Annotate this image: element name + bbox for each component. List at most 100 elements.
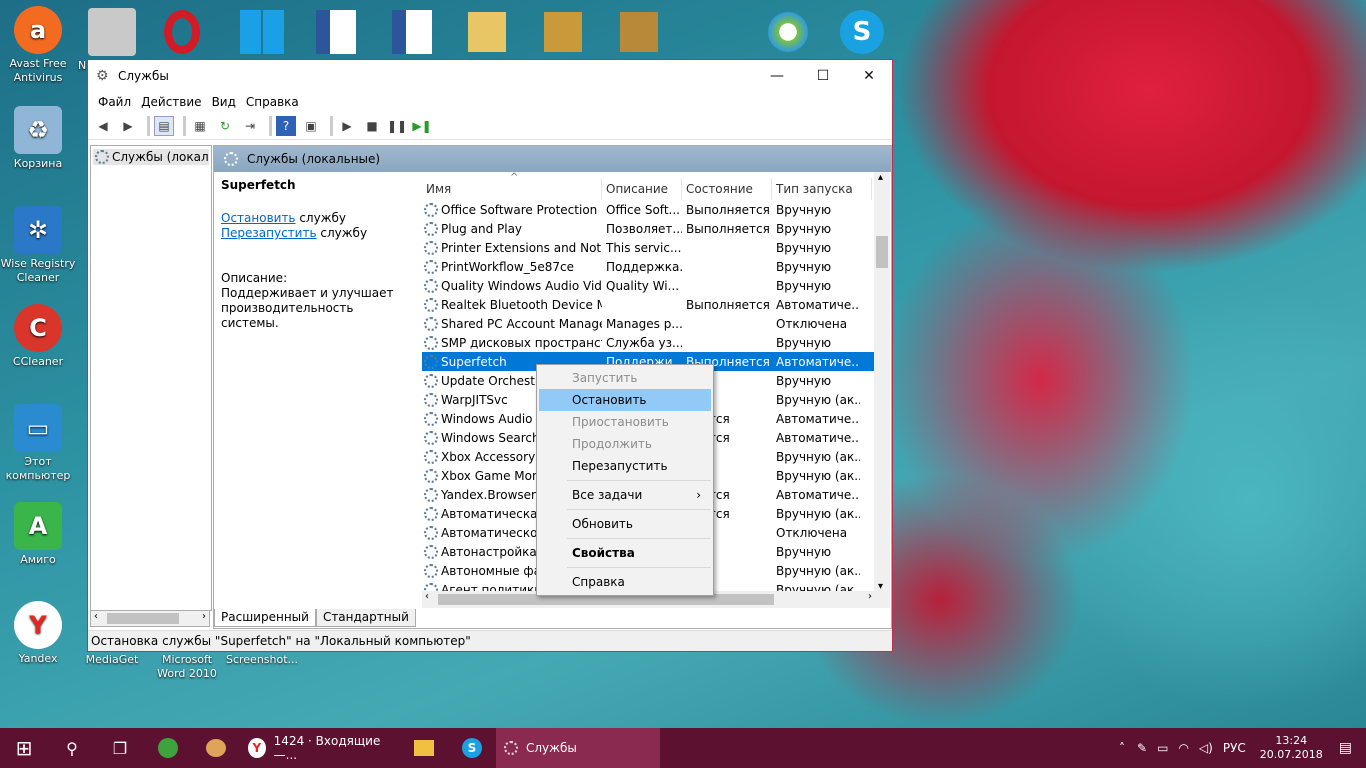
- table-row[interactable]: Quality Windows Audio Vid... Quality Wi..…: [422, 276, 890, 295]
- menu-action[interactable]: Действие: [136, 95, 206, 109]
- table-row[interactable]: Printer Extensions and Notif... This serv…: [422, 238, 890, 257]
- refresh-icon[interactable]: ↻: [215, 116, 235, 136]
- service-gear-icon: [424, 487, 438, 502]
- column-description[interactable]: Описание: [602, 178, 682, 200]
- export-icon[interactable]: ⇥: [240, 116, 260, 136]
- scroll-left-icon[interactable]: ‹: [94, 611, 98, 622]
- desktop-icon-this-pc[interactable]: ▭ Этот компьютер: [0, 404, 76, 483]
- tab-extended[interactable]: Расширенный: [214, 609, 316, 627]
- context-menu-item[interactable]: Обновить: [539, 513, 711, 535]
- folder-icon[interactable]: [620, 12, 658, 52]
- column-startup-type[interactable]: Тип запуска: [772, 178, 872, 200]
- pen-icon[interactable]: ✎: [1137, 741, 1147, 755]
- view-icon[interactable]: ▣: [301, 116, 321, 136]
- word-doc-icon[interactable]: [316, 10, 356, 54]
- desktop-icon-screenshot[interactable]: Screenshot...: [224, 653, 300, 667]
- language-indicator[interactable]: РУС: [1223, 741, 1246, 755]
- task-view-icon[interactable]: ❐: [96, 728, 144, 768]
- desktop-icon-yandex[interactable]: Y Yandex: [0, 601, 76, 666]
- context-menu-item[interactable]: Свойства: [539, 542, 711, 564]
- restart-service-link[interactable]: Перезапустить: [221, 226, 317, 240]
- window-titlebar[interactable]: ⚙ Службы — ☐ ✕: [88, 60, 892, 91]
- tree-node-services[interactable]: Службы (локалы: [93, 149, 209, 165]
- skype-icon[interactable]: S: [448, 728, 496, 768]
- context-menu-item-label: Справка: [572, 575, 625, 589]
- scroll-thumb[interactable]: [107, 613, 179, 624]
- word-doc-icon[interactable]: [392, 10, 432, 54]
- console-tree-icon[interactable]: ▤: [154, 116, 174, 136]
- volume-icon[interactable]: ◁): [1199, 741, 1213, 755]
- desktop-icon-mediaget[interactable]: MediaGet: [74, 653, 150, 667]
- close-button[interactable]: ✕: [846, 60, 892, 91]
- stop-service-link[interactable]: Остановить: [221, 211, 296, 225]
- minimize-button[interactable]: —: [754, 60, 800, 91]
- scroll-right-icon[interactable]: ›: [202, 611, 206, 622]
- menu-help[interactable]: Справка: [241, 95, 304, 109]
- search-icon[interactable]: ⚲: [48, 728, 96, 768]
- scroll-up-icon[interactable]: ▴: [878, 172, 883, 183]
- taskbar-services[interactable]: Службы: [496, 728, 660, 768]
- service-name: Printer Extensions and Notif...: [441, 240, 602, 255]
- file-explorer-icon[interactable]: [400, 728, 448, 768]
- restart-icon[interactable]: ▶❚: [412, 116, 432, 136]
- maximize-button[interactable]: ☐: [800, 60, 846, 91]
- vertical-scrollbar[interactable]: ▴ ▾: [874, 172, 890, 592]
- globe-app-icon[interactable]: [144, 728, 192, 768]
- desktop-icon-wise-registry[interactable]: ✲ Wise Registry Cleaner: [0, 206, 76, 285]
- back-icon[interactable]: ◀: [93, 116, 113, 136]
- desktop-icon-amigo[interactable]: A Амиго: [0, 502, 76, 567]
- service-startup-cell: Вручную (ак...: [776, 449, 860, 464]
- table-row[interactable]: PrintWorkflow_5e87ce Поддержка... Вручную: [422, 257, 890, 276]
- context-menu-item-label: Обновить: [572, 517, 633, 531]
- table-row[interactable]: Office Software Protection ... Office Sof…: [422, 200, 890, 219]
- service-description-cell: Quality Wi...: [606, 278, 680, 293]
- column-state[interactable]: Состояние: [682, 178, 772, 200]
- paint-app-icon[interactable]: [192, 728, 240, 768]
- stop-icon[interactable]: ■: [362, 116, 382, 136]
- table-row[interactable]: Plug and Play Позволяет... Выполняется Вруч…: [422, 219, 890, 238]
- windows-icon[interactable]: [240, 10, 284, 54]
- network-icon[interactable]: ◠: [1178, 741, 1188, 755]
- pause-icon[interactable]: ❚❚: [387, 116, 407, 136]
- menu-file[interactable]: Файл: [93, 95, 136, 109]
- scroll-thumb[interactable]: [876, 236, 888, 268]
- forward-icon[interactable]: ▶: [118, 116, 138, 136]
- desktop-icon-recycle-bin[interactable]: ♻ Корзина: [0, 106, 76, 171]
- tab-standard[interactable]: Стандартный: [315, 609, 416, 627]
- desktop-icon-word2010[interactable]: Microsoft Word 2010: [149, 653, 225, 681]
- context-menu-item[interactable]: Перезапустить: [539, 455, 711, 477]
- context-menu-item[interactable]: Все задачи ›: [539, 484, 711, 506]
- skype-icon[interactable]: S: [840, 10, 884, 54]
- table-row[interactable]: SMP дисковых пространст... Служба уз... Вр…: [422, 333, 890, 352]
- play-icon[interactable]: ▶: [337, 116, 357, 136]
- folder-icon[interactable]: [468, 12, 506, 52]
- window-title: Службы: [118, 68, 169, 83]
- notifications-icon[interactable]: ▤: [1339, 740, 1352, 756]
- battery-icon[interactable]: ▭: [1157, 741, 1168, 755]
- opera-icon[interactable]: [164, 10, 200, 54]
- table-row[interactable]: Realtek Bluetooth Device M... Выполняется…: [422, 295, 890, 314]
- window-body: Службы (локалы ‹ › Службы (локальные) Su…: [88, 142, 892, 629]
- context-menu-item[interactable]: Справка: [539, 571, 711, 593]
- show-hidden-icon[interactable]: ˄: [1119, 741, 1125, 755]
- clock[interactable]: 13:24 20.07.2018: [1260, 734, 1323, 762]
- scroll-left-icon[interactable]: ‹: [425, 591, 429, 602]
- taskbar-yandex-browser[interactable]: Y 1424 · Входящие —...: [240, 728, 400, 768]
- desktop-icon-partial[interactable]: [88, 8, 136, 56]
- start-button[interactable]: ⊞: [0, 728, 48, 768]
- browser-icon[interactable]: [768, 12, 808, 52]
- properties-icon[interactable]: ▦: [190, 116, 210, 136]
- tree-horizontal-scrollbar[interactable]: ‹ ›: [90, 610, 210, 627]
- desktop-icon-ccleaner[interactable]: C CCleaner: [0, 304, 76, 369]
- context-menu-item[interactable]: Остановить: [539, 389, 711, 411]
- service-gear-icon: [424, 354, 438, 369]
- desktop-icon-avast[interactable]: a Avast Free Antivirus: [0, 6, 76, 85]
- window-controls: — ☐ ✕: [754, 60, 892, 91]
- toolbar: ◀ ▶ ▤ ▦ ↻ ⇥ ? ▣ ▶ ■ ❚❚ ▶❚: [88, 113, 892, 140]
- table-row[interactable]: Shared PC Account Manager Manages p... Отк…: [422, 314, 890, 333]
- scroll-right-icon[interactable]: ›: [868, 591, 872, 602]
- menu-view[interactable]: Вид: [207, 95, 241, 109]
- help-icon[interactable]: ?: [276, 116, 296, 136]
- service-state-cell: Выполняется: [686, 202, 770, 217]
- folder-icon[interactable]: [544, 12, 582, 52]
